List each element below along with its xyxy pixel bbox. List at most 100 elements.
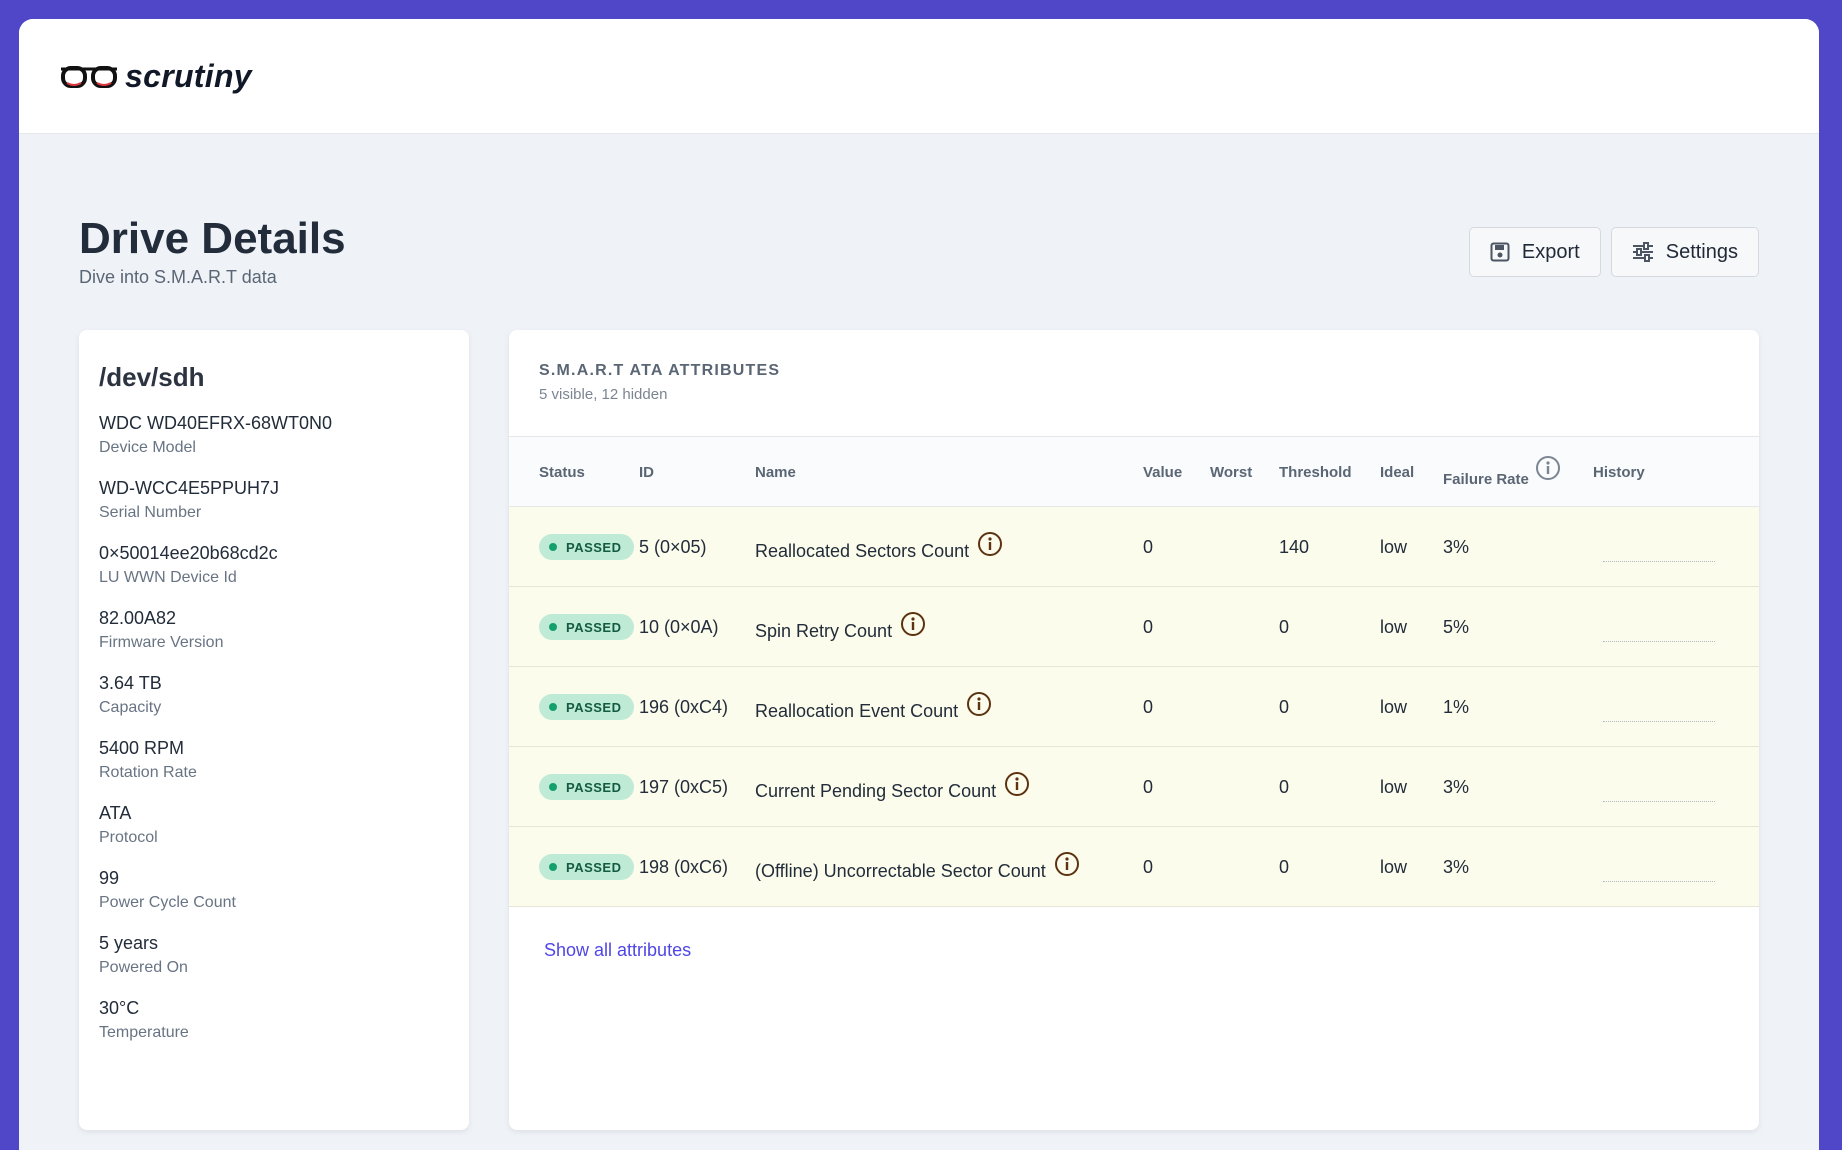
device-field: 82.00A82 Firmware Version — [99, 606, 449, 654]
status-badge: PASSED — [539, 774, 634, 800]
attribute-threshold: 0 — [1279, 856, 1290, 877]
attribute-id: 10 (0×0A) — [639, 616, 719, 637]
info-circle-icon[interactable] — [1054, 851, 1080, 877]
field-label: Protocol — [99, 829, 158, 846]
floppy-disk-icon — [1490, 242, 1510, 262]
history-sparkline — [1603, 641, 1715, 642]
device-field: 5400 RPM Rotation Rate — [99, 736, 449, 784]
top-navbar: scrutiny — [19, 19, 1819, 134]
attribute-ideal: low — [1380, 696, 1408, 717]
info-circle-icon[interactable] — [900, 611, 926, 637]
col-threshold[interactable]: Threshold — [1279, 464, 1352, 481]
status-text: PASSED — [566, 779, 622, 795]
export-button[interactable]: Export — [1468, 227, 1601, 277]
status-badge: PASSED — [539, 534, 634, 560]
attribute-value: 0 — [1143, 856, 1154, 877]
status-dot — [549, 543, 557, 551]
attribute-name-cell: Spin Retry Count — [755, 587, 926, 667]
header-actions: Export Settings — [1468, 227, 1759, 277]
col-worst[interactable]: Worst — [1210, 464, 1252, 481]
table-row[interactable]: PASSED 198 (0xC6) (Offline) Uncorrectabl… — [509, 827, 1759, 907]
field-label: LU WWN Device Id — [99, 569, 237, 586]
device-info-card: /dev/sdh WDC WD40EFRX-68WT0N0 Device Mode… — [79, 330, 469, 1130]
field-label: Power Cycle Count — [99, 894, 236, 911]
field-value: 5400 RPM — [99, 738, 185, 758]
device-field: 30°C Temperature — [99, 996, 449, 1044]
attribute-threshold: 0 — [1279, 696, 1290, 717]
col-name[interactable]: Name — [755, 464, 796, 481]
field-label: Firmware Version — [99, 634, 224, 651]
attribute-id: 5 (0×05) — [639, 536, 707, 557]
history-sparkline — [1603, 721, 1715, 722]
field-value: 3.64 TB — [99, 673, 162, 693]
status-text: PASSED — [566, 539, 622, 555]
device-field: 0×50014ee20b68cd2c LU WWN Device Id — [99, 541, 449, 589]
attribute-id: 198 (0xC6) — [639, 856, 729, 877]
attribute-ideal: low — [1380, 856, 1408, 877]
attribute-id: 196 (0xC4) — [639, 696, 729, 717]
status-badge: PASSED — [539, 614, 634, 640]
attributes-title: S.M.A.R.T ATA ATTRIBUTES — [539, 362, 781, 379]
status-text: PASSED — [566, 619, 622, 635]
device-field: 3.64 TB Capacity — [99, 671, 449, 719]
table-row[interactable]: PASSED 10 (0×0A) Spin Retry Count 0 0 lo… — [509, 587, 1759, 667]
device-field: WDC WD40EFRX-68WT0N0 Device Model — [99, 411, 449, 459]
attribute-value: 0 — [1143, 616, 1154, 637]
attribute-value: 0 — [1143, 696, 1154, 717]
attribute-threshold: 140 — [1279, 536, 1310, 557]
attribute-failure-rate: 3% — [1443, 856, 1470, 877]
table-row[interactable]: PASSED 197 (0xC5) Current Pending Sector… — [509, 747, 1759, 827]
status-text: PASSED — [566, 859, 622, 875]
status-badge: PASSED — [539, 694, 634, 720]
history-sparkline — [1603, 881, 1715, 882]
attribute-value: 0 — [1143, 776, 1154, 797]
attribute-ideal: low — [1380, 616, 1408, 637]
field-label: Device Model — [99, 439, 196, 456]
col-id[interactable]: ID — [639, 464, 654, 481]
device-field: WD-WCC4E5PPUH7J Serial Number — [99, 476, 449, 524]
attribute-failure-rate: 1% — [1443, 696, 1470, 717]
attribute-name: Current Pending Sector Count — [755, 780, 997, 801]
field-value: 30°C — [99, 998, 140, 1018]
table-row[interactable]: PASSED 196 (0xC4) Reallocation Event Cou… — [509, 667, 1759, 747]
history-sparkline — [1603, 561, 1715, 562]
device-name: /dev/sdh — [99, 362, 205, 392]
info-circle-icon[interactable] — [1535, 455, 1561, 481]
settings-button[interactable]: Settings — [1610, 227, 1759, 277]
table-header: Status ID Name Value Worst Threshold Ide… — [509, 437, 1759, 507]
device-field: 99 Power Cycle Count — [99, 866, 449, 914]
app-frame: scrutiny Drive Details Dive into S.M.A.R… — [19, 19, 1819, 1150]
info-circle-icon[interactable] — [1004, 771, 1030, 797]
attribute-threshold: 0 — [1279, 616, 1290, 637]
attribute-threshold: 0 — [1279, 776, 1290, 797]
field-value: 5 years — [99, 933, 159, 953]
col-status[interactable]: Status — [539, 464, 585, 481]
smart-attributes-card: S.M.A.R.T ATA ATTRIBUTES 5 visible, 12 h… — [509, 330, 1759, 1130]
col-ideal[interactable]: Ideal — [1380, 464, 1414, 481]
attribute-name-cell: Current Pending Sector Count — [755, 747, 1030, 827]
attribute-failure-rate: 3% — [1443, 536, 1470, 557]
field-value: 99 — [99, 868, 120, 888]
attribute-name: (Offline) Uncorrectable Sector Count — [755, 860, 1046, 881]
col-history[interactable]: History — [1593, 464, 1645, 481]
field-value: WDC WD40EFRX-68WT0N0 — [99, 413, 333, 433]
status-badge: PASSED — [539, 854, 634, 880]
field-value: 82.00A82 — [99, 608, 177, 628]
info-circle-icon[interactable] — [966, 691, 992, 717]
status-dot — [549, 623, 557, 631]
info-circle-icon[interactable] — [977, 531, 1003, 557]
logo-text: scrutiny — [125, 57, 252, 94]
table-row[interactable]: PASSED 5 (0×05) Reallocated Sectors Coun… — [509, 507, 1759, 587]
field-value: ATA — [99, 803, 132, 823]
col-value[interactable]: Value — [1143, 464, 1182, 481]
show-all-attributes-link[interactable]: Show all attributes — [544, 940, 691, 961]
attribute-name-cell: Reallocation Event Count — [755, 667, 992, 747]
app-logo[interactable]: scrutiny — [59, 58, 252, 95]
field-label: Powered On — [99, 959, 188, 976]
attribute-ideal: low — [1380, 776, 1408, 797]
attribute-name: Reallocated Sectors Count — [755, 540, 970, 561]
col-failure-rate[interactable]: Failure Rate — [1443, 471, 1529, 488]
status-dot — [549, 863, 557, 871]
device-field: ATA Protocol — [99, 801, 449, 849]
field-label: Temperature — [99, 1024, 189, 1041]
